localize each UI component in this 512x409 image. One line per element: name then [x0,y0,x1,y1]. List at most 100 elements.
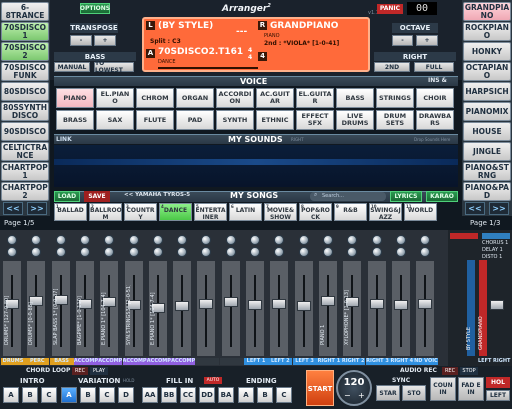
pan-knob-icon[interactable] [395,235,406,245]
left-next-page-button[interactable]: >> [27,202,47,215]
voice-category-brass[interactable]: BRASS [56,110,94,130]
song-tab-ballroo-m[interactable]: 2 BALLROO M [89,203,122,221]
intro-btns-b-button[interactable]: B [22,387,38,403]
style-button-90sdisco[interactable]: 90SDISCO [1,122,49,141]
reverb-knob-icon[interactable] [128,247,139,257]
volume-fader[interactable] [223,297,238,308]
pan-knob-icon[interactable] [322,235,333,245]
voice-category-choir[interactable]: CHOIR [416,88,454,108]
volume-fader[interactable] [199,298,214,309]
voice-category-strings[interactable]: STRINGS [376,88,414,108]
voice-category-synth[interactable]: SYNTH [216,110,254,130]
pan-knob-icon[interactable] [201,235,212,245]
song-tab-countr-y[interactable]: 3 COUNTR Y [124,203,157,221]
volume-fader[interactable] [418,298,433,309]
tempo-plus-icon[interactable]: + [358,391,365,400]
song-tab-pop-ro-ck[interactable]: 8 POP&RO CK [299,203,332,221]
lyrics-button[interactable]: LYRICS [390,191,422,202]
style-button-6-8trance[interactable]: 6-8TRANCE [1,2,49,21]
voice-button-pianomix[interactable]: PIANOMIX [463,102,511,121]
voice-category-effect-sfx[interactable]: EFFECT SFX [296,110,334,130]
reverb-knob-icon[interactable] [274,247,285,257]
pan-knob-icon[interactable] [347,235,358,245]
reverb-knob-icon[interactable] [79,247,90,257]
voice-category-sax[interactable]: SAX [96,110,134,130]
style-button-chartpop-1[interactable]: CHARTPOP 1 [1,162,49,181]
song-tab-enterta-iner[interactable]: 5 ENTERTA INER [194,203,227,221]
intro-btns-a-button[interactable]: A [3,387,19,403]
style-button-80sdisco[interactable]: 80SDISCO [1,82,49,101]
voice-category-drum-sets[interactable]: DRUM SETS [376,110,414,130]
voice-button-harpsich[interactable]: HARPSICH [463,82,511,101]
var-btns-c-button[interactable]: C [99,387,115,403]
reverb-knob-icon[interactable] [31,247,42,257]
save-button[interactable]: SAVE [84,191,110,202]
song-tab-r-b[interactable]: 9 R&B [334,203,367,221]
pan-knob-icon[interactable] [128,235,139,245]
reverb-knob-icon[interactable] [420,247,431,257]
link-button[interactable]: LINK [56,136,72,143]
end-btns-c-button[interactable]: C [276,387,292,403]
left-prev-page-button[interactable]: << [3,202,23,215]
master-fader[interactable] [490,300,504,310]
panic-button[interactable]: PANIC [377,4,403,14]
reverb-knob-icon[interactable] [201,247,212,257]
voice-category-drawba-rs[interactable]: DRAWBA RS [416,110,454,130]
reverb-knob-icon[interactable] [298,247,309,257]
pan-knob-icon[interactable] [31,235,42,245]
reverb-knob-icon[interactable] [7,247,17,257]
reverb-knob-icon[interactable] [177,247,188,257]
octave-plus-button[interactable]: + [416,35,438,46]
sync-stop-button[interactable]: STO [402,385,426,401]
reverb-knob-icon[interactable] [347,247,358,257]
right-next-page-button[interactable]: >> [489,202,509,215]
fill-btns-ba-button[interactable]: BA [218,387,234,403]
start-button[interactable]: START [306,370,334,406]
song-tab-latin[interactable]: 6 LATIN [229,203,262,221]
var-btns-b-button[interactable]: B [80,387,96,403]
bass-manual-button[interactable]: MANUAL [54,62,90,72]
volume-fader[interactable] [175,301,190,312]
reverb-knob-icon[interactable] [322,247,333,257]
style-button-80ssynth-disco[interactable]: 80SSYNTH DISCO [1,102,49,121]
pan-knob-icon[interactable] [250,235,260,245]
voice-category-bass[interactable]: BASS [336,88,374,108]
reverb-knob-icon[interactable] [55,247,66,257]
right-full-button[interactable]: FULL [414,62,454,72]
ins-button[interactable]: INS & [428,77,447,84]
style-button-celtictra-nce[interactable]: CELTICTRA NCE [1,142,49,161]
var-btns-a-button[interactable]: A [61,387,77,403]
voice-button-jingle[interactable]: JINGLE [463,142,511,161]
end-btns-a-button[interactable]: A [238,387,254,403]
style-button-70sdisco-1[interactable]: 70SDISCO 1 [1,22,49,41]
pan-knob-icon[interactable] [177,235,188,245]
song-tab-movie-show[interactable]: 7 MOVIE& SHOW [264,203,297,221]
options-button[interactable]: OPTIONS [80,3,110,14]
fade-in-button[interactable]: FAD E IN [458,377,484,401]
voice-button-octapian-o[interactable]: OCTAPIAN O [463,62,511,81]
song-search-box[interactable]: ⌕ Search... [310,191,386,201]
style-button-70sdisco-2[interactable]: 70SDISCO 2 [1,42,49,61]
voice-button-piano-pa-d[interactable]: PIANO&PA D [463,182,511,201]
chord-loop-rec-button[interactable]: REC [72,367,88,375]
song-tab-dance[interactable]: 4 DANCE [159,203,192,221]
fill-btns-cc-button[interactable]: CC [180,387,196,403]
reverb-knob-icon[interactable] [152,247,163,257]
voice-category-flute[interactable]: FLUTE [136,110,174,130]
voice-button-piano-st-rng[interactable]: PIANO&ST RNG [463,162,511,181]
fill-btns-aa-button[interactable]: AA [142,387,158,403]
transpose-minus-button[interactable]: - [70,35,92,46]
audio-rec-button[interactable]: REC [442,367,458,375]
volume-fader[interactable] [248,299,262,310]
voice-category-live-drums[interactable]: LIVE DRUMS [336,110,374,130]
audio-stop-button[interactable]: STOP [460,367,478,375]
my-sounds-drop-area[interactable] [54,145,458,187]
volume-fader[interactable] [272,298,287,309]
bass-to-lowest-button[interactable]: TO LOWEST [94,60,134,74]
yamaha-source-button[interactable]: << YAMAHA TYROS-5 [124,192,190,198]
pan-knob-icon[interactable] [371,235,382,245]
style-button-chartpop-2[interactable]: CHARTPOP 2 [1,182,49,201]
pan-knob-icon[interactable] [152,235,163,245]
voice-category-chrom[interactable]: CHROM [136,88,174,108]
voice-category-ethnic[interactable]: ETHNIC [256,110,294,130]
